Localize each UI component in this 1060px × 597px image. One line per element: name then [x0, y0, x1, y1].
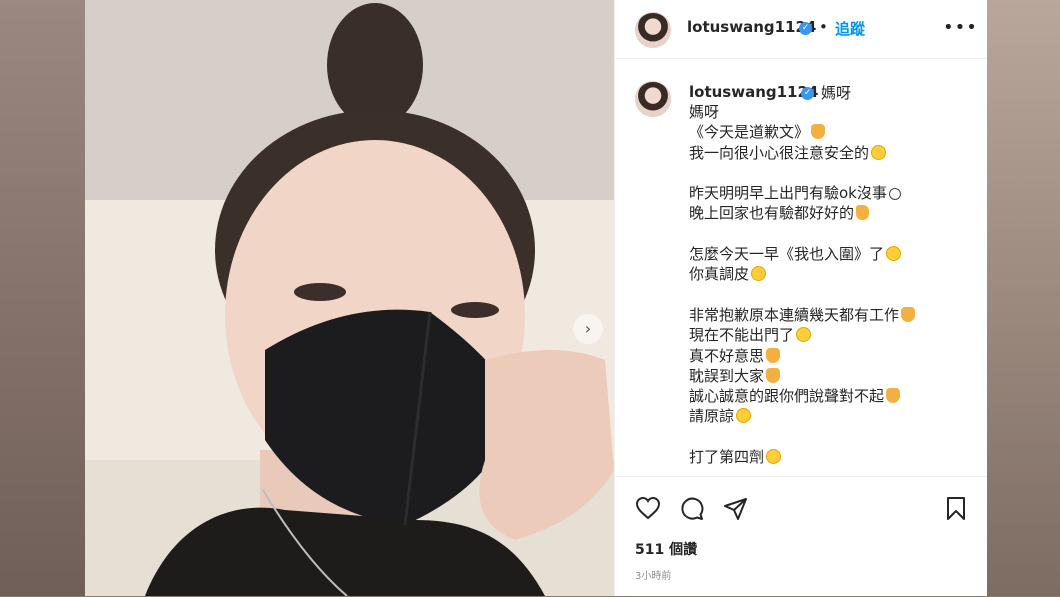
- caption-text: 媽呀《今天是道歉文》 我一向很小心很注意安全的 昨天明明早上出門有驗ok沒事 晚上回家…: [689, 102, 979, 467]
- like-count[interactable]: 511 個讚: [635, 539, 697, 559]
- caption-line: 誠心誠意的跟你們說聲對不起: [689, 386, 979, 406]
- caption-line-text: 怎麼今天一早《我也入圍》了: [689, 245, 885, 264]
- caption-line-text: 耽誤到大家: [689, 366, 765, 385]
- caption-line: 怎麼今天一早《我也入圍》了: [689, 244, 979, 264]
- carousel-next-icon[interactable]: ›: [573, 314, 603, 344]
- caption-line: [689, 427, 979, 447]
- verified-icon: ✓: [801, 87, 814, 100]
- caption-line-text: 真不好意思: [689, 346, 765, 365]
- caption-line-text: 我一向很小心很注意安全的: [689, 143, 870, 162]
- caption-line: [689, 163, 979, 183]
- verified-icon: ✓: [799, 22, 812, 35]
- caption-line-text: 誠心誠意的跟你們說聲對不起: [689, 387, 885, 406]
- caption-line: 《今天是道歉文》: [689, 122, 979, 142]
- blurred-background-right: [986, 0, 1060, 596]
- post-detail-panel: lotuswang1124 ✓ • 追蹤 ••• lotuswang1124 ✓…: [614, 0, 987, 596]
- face-emoji-icon: [796, 327, 812, 343]
- caption-line: 現在不能出門了: [689, 325, 979, 345]
- caption-line: 非常抱歉原本連續幾天都有工作: [689, 305, 979, 325]
- follow-button[interactable]: 追蹤: [835, 18, 865, 39]
- caption-line: [689, 285, 979, 305]
- post-time[interactable]: 3小時前: [635, 567, 671, 582]
- post-actions: 511 個讚 3小時前: [615, 476, 987, 597]
- caption-line: 真不好意思: [689, 346, 979, 366]
- smile-emoji-icon: [888, 188, 901, 201]
- caption-line: [689, 224, 979, 244]
- pray-emoji-icon: [766, 347, 781, 363]
- caption-line: 耽誤到大家: [689, 366, 979, 386]
- more-icon[interactable]: •••: [943, 17, 978, 38]
- post-photo[interactable]: [85, 0, 614, 596]
- caption-line: 請原諒: [689, 406, 979, 426]
- caption-line: 你真調皮: [689, 264, 979, 284]
- heart-icon[interactable]: [635, 496, 661, 520]
- face-emoji-icon: [736, 408, 752, 424]
- selfie-image: [85, 0, 614, 596]
- caption-line: 昨天明明早上出門有驗ok沒事: [689, 183, 979, 203]
- caption-line-text: 《今天是道歉文》: [689, 123, 810, 142]
- caption-line-text: 媽呀: [689, 103, 720, 121]
- caption-line: 媽呀: [689, 102, 979, 122]
- caption-line-text: 打了第四劑: [689, 448, 765, 467]
- blurred-background-left: [0, 0, 85, 596]
- face-emoji-icon: [871, 144, 887, 160]
- face-emoji-icon: [886, 246, 902, 262]
- separator-dot: •: [819, 18, 828, 36]
- caption-line-text: 你真調皮: [689, 265, 750, 284]
- caption-first-line: 媽呀: [821, 84, 852, 102]
- avatar[interactable]: [635, 12, 671, 48]
- caption-username[interactable]: lotuswang1124: [689, 83, 818, 101]
- face-emoji-icon: [766, 449, 782, 465]
- pray-emoji-icon: [766, 367, 781, 383]
- bookmark-icon[interactable]: [945, 496, 967, 522]
- caption-line-text: 非常抱歉原本連續幾天都有工作: [689, 305, 900, 324]
- pray-emoji-icon: [811, 124, 826, 140]
- header-username[interactable]: lotuswang1124: [687, 18, 816, 36]
- share-icon[interactable]: [723, 496, 749, 522]
- ok-emoji-icon: [856, 205, 870, 221]
- face-emoji-icon: [751, 266, 767, 282]
- caption-avatar[interactable]: [635, 81, 671, 117]
- post-header: lotuswang1124 ✓ • 追蹤 •••: [615, 0, 987, 59]
- caption-line: 打了第四劑: [689, 447, 979, 467]
- comment-icon[interactable]: [679, 496, 705, 522]
- pray-emoji-icon: [901, 306, 916, 322]
- pray-emoji-icon: [886, 388, 901, 404]
- caption-line-text: 昨天明明早上出門有驗ok沒事: [689, 184, 887, 203]
- caption-line-text: 現在不能出門了: [689, 326, 795, 345]
- caption-line: 我一向很小心很注意安全的: [689, 143, 979, 163]
- caption-line-text: 晚上回家也有驗都好好的: [689, 204, 855, 223]
- caption-line: 晚上回家也有驗都好好的: [689, 203, 979, 223]
- caption-line-text: 請原諒: [689, 407, 735, 426]
- caption-area: lotuswang1124 ✓ 媽呀 媽呀《今天是道歉文》 我一向很小心很注意安全…: [615, 59, 987, 475]
